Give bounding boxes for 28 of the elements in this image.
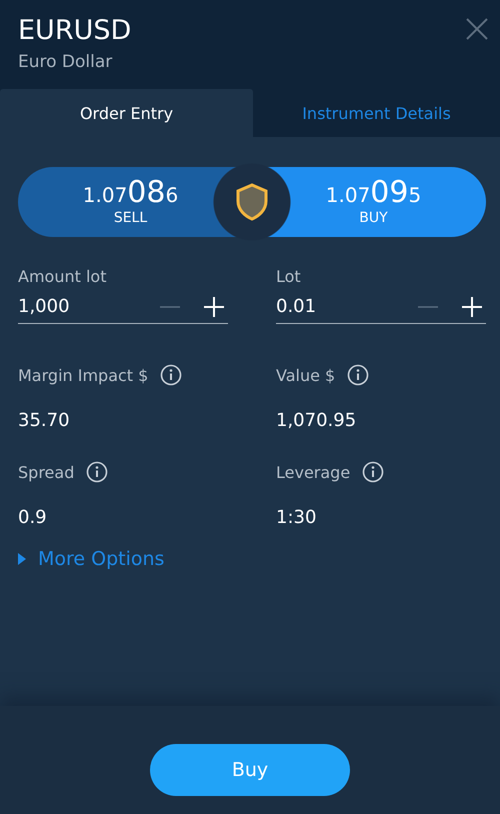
- close-icon[interactable]: [466, 18, 488, 40]
- stat-label: Value $: [276, 366, 336, 384]
- field-label: Amount lot: [18, 267, 108, 286]
- info-icon[interactable]: [160, 364, 182, 386]
- stat-label: Leverage: [276, 462, 350, 482]
- stat-label: Margin Impact $: [18, 366, 148, 384]
- quote-button[interactable]: 1.07086 SELL: [18, 167, 213, 237]
- instrument-name: Euro Dollar: [18, 52, 114, 72]
- stat-value: 1:30: [276, 507, 318, 528]
- input-field[interactable]: 0.01: [276, 296, 486, 324]
- shield-icon: [236, 183, 268, 221]
- stat-label: Spread: [18, 462, 74, 482]
- tab[interactable]: Order Entry: [0, 89, 253, 137]
- quote-button[interactable]: 1.07095 BUY: [291, 167, 486, 237]
- info-icon[interactable]: [86, 461, 108, 483]
- plus-icon[interactable]: [204, 296, 224, 316]
- info-icon[interactable]: [362, 461, 384, 483]
- info-icon[interactable]: [347, 364, 370, 386]
- tab[interactable]: Instrument Details: [253, 89, 500, 137]
- caret-icon: [18, 553, 26, 565]
- more-options-link[interactable]: More Options: [18, 548, 164, 570]
- stat-value: 35.70: [18, 410, 71, 431]
- instrument-symbol: EURUSD: [18, 14, 132, 48]
- stat-value: 0.9: [18, 507, 48, 528]
- stat-value: 1,070.95: [276, 410, 358, 431]
- field-label: Lot: [276, 267, 302, 286]
- input-field[interactable]: 1,000: [18, 296, 228, 324]
- plus-icon[interactable]: [462, 296, 482, 316]
